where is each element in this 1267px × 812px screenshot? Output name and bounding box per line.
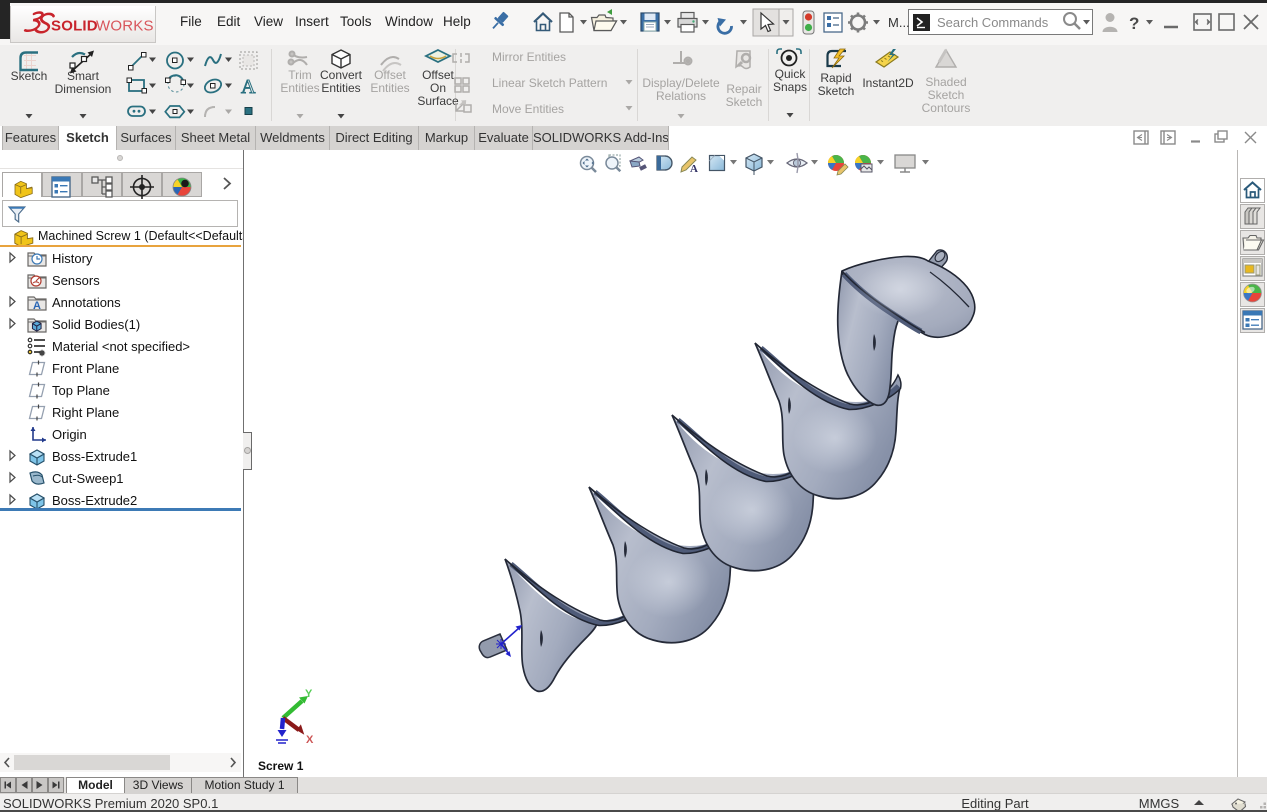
svg-text:A: A bbox=[690, 163, 698, 175]
svg-text:X: X bbox=[306, 734, 314, 746]
svg-text:Y: Y bbox=[305, 688, 313, 700]
